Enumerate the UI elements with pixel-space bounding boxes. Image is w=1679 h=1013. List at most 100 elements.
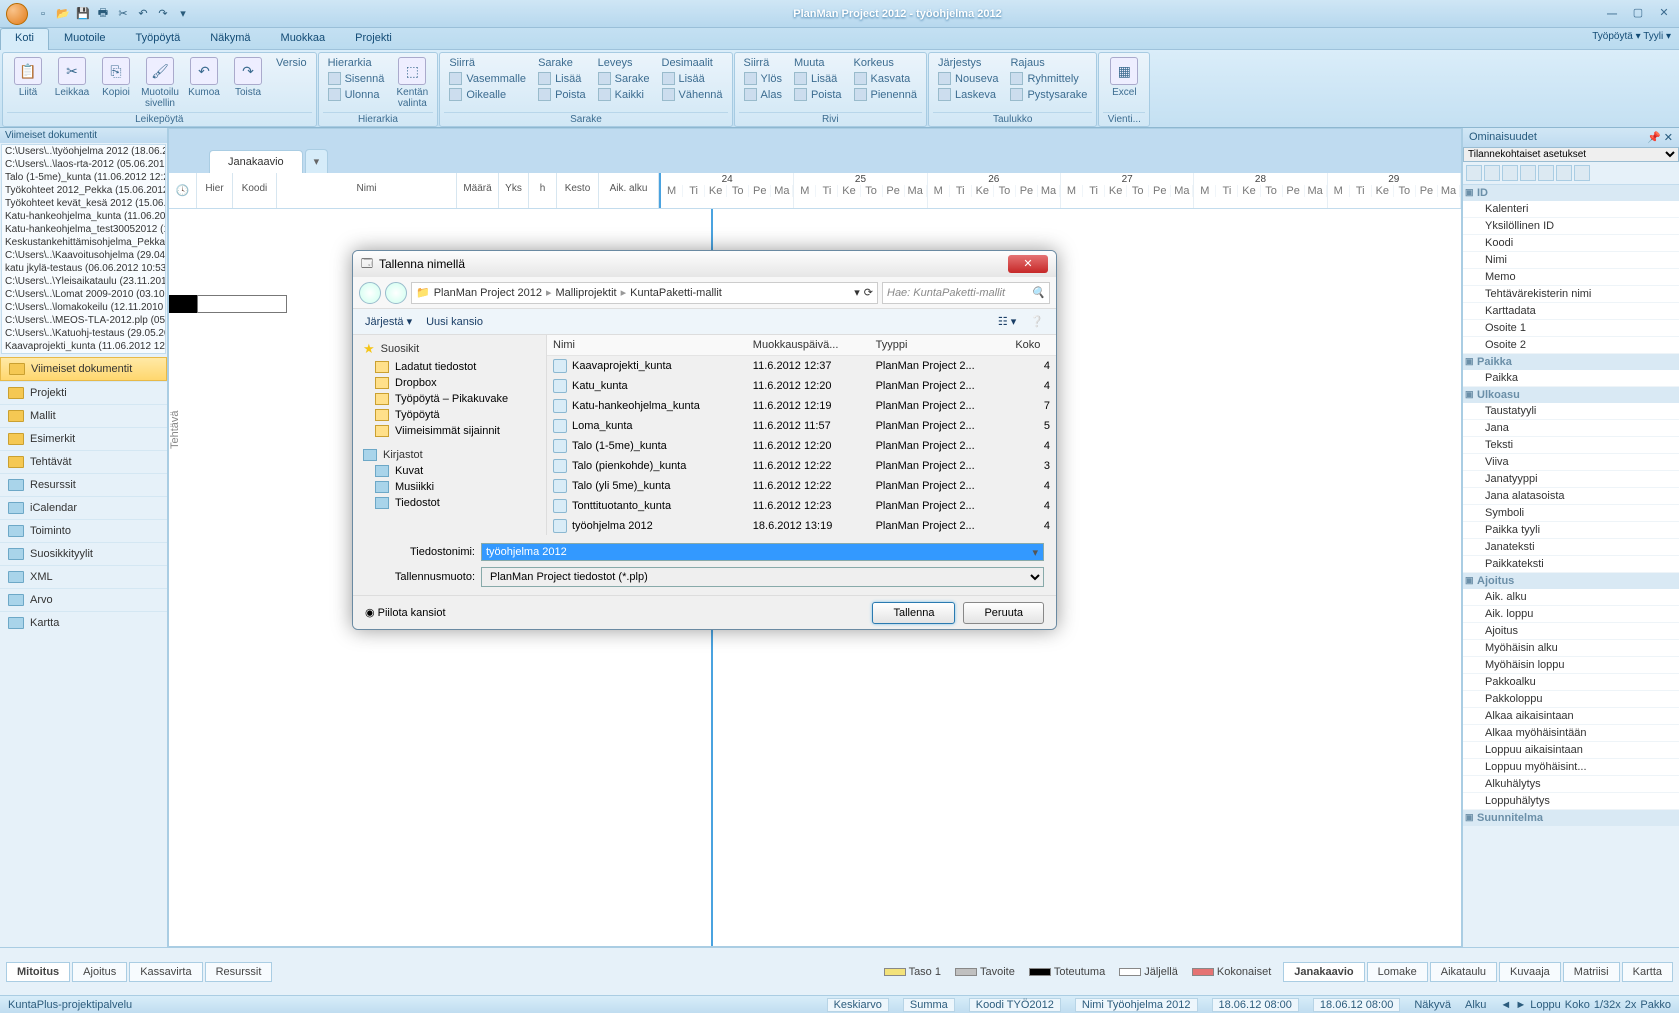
tab-muotoile[interactable]: Muotoile — [49, 28, 121, 49]
tree-item[interactable]: Työpöytä — [355, 407, 544, 423]
nav-item[interactable]: XML — [0, 565, 167, 588]
cancel-button[interactable]: Peruuta — [963, 602, 1044, 624]
qat-save-icon[interactable]: 💾 — [74, 5, 92, 23]
pt-icon-4[interactable] — [1520, 165, 1536, 181]
nav-item[interactable]: Kartta — [0, 611, 167, 634]
help-icon[interactable]: ❔ — [1030, 315, 1044, 328]
col-h[interactable]: h — [529, 173, 557, 208]
bottom-tab[interactable]: Janakaavio — [1283, 962, 1364, 982]
järjestä-button[interactable]: Järjestä ▾ — [365, 315, 412, 328]
recent-doc-item[interactable]: C:\Users\..\Kaavoitusohjelma (29.04.201 — [2, 249, 165, 262]
prop-item[interactable]: Alkuhälytys — [1463, 776, 1679, 793]
crumb-drop[interactable]: ▾ — [854, 286, 860, 299]
prop-item[interactable]: Yksilöllinen ID — [1463, 218, 1679, 235]
uusi-kansio-button[interactable]: Uusi kansio — [426, 316, 483, 328]
breadcrumb[interactable]: 📁 PlanMan Project 2012▸ Malliprojektit▸ … — [411, 282, 878, 304]
des-lisää-button[interactable]: Lisää — [658, 71, 727, 86]
vasemmalle-button[interactable]: Vasemmalle — [445, 71, 530, 86]
pt-icon-6[interactable] — [1556, 165, 1572, 181]
nav-item[interactable]: Suosikkityylit — [0, 542, 167, 565]
leveys-sarake-button[interactable]: Sarake — [594, 71, 654, 86]
prop-item[interactable]: Myöhäisin alku — [1463, 640, 1679, 657]
tab-janakaavio[interactable]: Janakaavio — [209, 150, 303, 173]
crumb-2[interactable]: KuntaPaketti-mallit — [630, 287, 722, 299]
prop-item[interactable]: Jana alatasoista — [1463, 488, 1679, 505]
recent-doc-item[interactable]: Kaavaprojekti_kunta (11.06.2012 12:37) — [2, 340, 165, 353]
pin-icon[interactable]: 📌 ✕ — [1647, 131, 1673, 144]
status-arrow-left[interactable]: ◄ — [1500, 999, 1511, 1011]
prop-item[interactable]: Paikkateksti — [1463, 556, 1679, 573]
file-row[interactable]: Talo (1-5me)_kunta11.6.2012 12:20PlanMan… — [547, 436, 1056, 456]
maximize-button[interactable]: ▢ — [1629, 6, 1647, 22]
prop-item[interactable]: Karttadata — [1463, 303, 1679, 320]
prop-group[interactable]: ID — [1463, 185, 1679, 201]
rivi-poista-button[interactable]: Poista — [790, 87, 846, 102]
tree-item[interactable]: Tiedostot — [355, 495, 544, 511]
col-yks[interactable]: Yks — [499, 173, 529, 208]
prop-item[interactable]: Loppuu aikaisintaan — [1463, 742, 1679, 759]
recent-doc-item[interactable]: katu jkylä-testaus (06.06.2012 10:53) — [2, 262, 165, 275]
file-row[interactable]: Kaavaprojekti_kunta11.6.2012 12:37PlanMa… — [547, 356, 1056, 377]
row-handle[interactable] — [169, 295, 197, 313]
bottom-tab[interactable]: Lomake — [1367, 962, 1428, 982]
col-aikalku[interactable]: Aik. alku — [599, 173, 659, 208]
recent-doc-item[interactable]: C:\Users\..\Katuohj-testaus (29.05.2012 — [2, 327, 165, 340]
col-tyyppi[interactable]: Tyyppi — [870, 335, 1010, 356]
qat-undo-icon[interactable]: ↶ — [134, 5, 152, 23]
kork-kasvata-button[interactable]: Kasvata — [850, 71, 922, 86]
prop-item[interactable]: Ajoitus — [1463, 623, 1679, 640]
prop-group[interactable]: Ajoitus — [1463, 573, 1679, 589]
prop-item[interactable]: Kalenteri — [1463, 201, 1679, 218]
tree-item[interactable]: Dropbox — [355, 375, 544, 391]
prop-item[interactable]: Viiva — [1463, 454, 1679, 471]
bottom-tab[interactable]: Kartta — [1622, 962, 1673, 982]
prop-item[interactable]: Symboli — [1463, 505, 1679, 522]
prop-item[interactable]: Myöhäisin loppu — [1463, 657, 1679, 674]
nav-item[interactable]: Arvo — [0, 588, 167, 611]
qat-new-icon[interactable]: ▫ — [34, 5, 52, 23]
kumoa-button[interactable]: ↶Kumoa — [183, 55, 225, 100]
tree-item[interactable]: Viimeisimmät sijainnit — [355, 423, 544, 439]
tree-libraries[interactable]: Kirjastot — [355, 447, 544, 463]
recent-doc-item[interactable]: Katu-hankeohjelma_kunta (11.06.2012 1 — [2, 210, 165, 223]
nav-item[interactable]: Toiminto — [0, 519, 167, 542]
tab-työpöytä[interactable]: Työpöytä — [121, 28, 196, 49]
qat-redo-icon[interactable]: ↷ — [154, 5, 172, 23]
recent-doc-item[interactable]: C:\Users\..\Lomat 2009-2010 (03.10.201 — [2, 288, 165, 301]
sisennä-button[interactable]: Sisennä — [324, 71, 389, 86]
prop-item[interactable]: Alkaa aikaisintaan — [1463, 708, 1679, 725]
ylös-button[interactable]: Ylös — [740, 71, 786, 86]
recent-doc-item[interactable]: Työkohteet kevät_kesä 2012 (15.06.2012 — [2, 197, 165, 210]
prop-item[interactable]: Janateksti — [1463, 539, 1679, 556]
filetype-select[interactable]: PlanMan Project tiedostot (*.plp) — [481, 567, 1044, 587]
ulonna-button[interactable]: Ulonna — [324, 87, 389, 102]
hide-folders-toggle[interactable]: ◉ Piilota kansiot — [365, 606, 446, 619]
properties-combo[interactable]: Tilannekohtaiset asetukset — [1463, 147, 1679, 162]
status-alku[interactable]: Alku — [1465, 999, 1486, 1011]
status-arrow-right[interactable]: ► — [1515, 999, 1526, 1011]
prop-group[interactable]: Ulkoasu — [1463, 387, 1679, 403]
filename-dropdown[interactable]: ▾ — [1032, 546, 1038, 559]
qat-open-icon[interactable]: 📂 — [54, 5, 72, 23]
leikkaa-button[interactable]: ✂Leikkaa — [51, 55, 93, 100]
nav-item[interactable]: Resurssit — [0, 473, 167, 496]
minimize-button[interactable]: 一 — [1603, 6, 1621, 22]
recent-doc-item[interactable]: Työkohteet 2012_Pekka (15.06.2012 14: — [2, 184, 165, 197]
refresh-icon[interactable]: ⟳ — [864, 286, 873, 299]
recent-doc-item[interactable]: C:\Users\..\työohjelma 2012 (18.06.2012 — [2, 145, 165, 158]
prop-item[interactable]: Janatyyppi — [1463, 471, 1679, 488]
nav-back-button[interactable] — [359, 282, 381, 304]
kentän-button[interactable]: ⬚Kentän valinta — [391, 55, 433, 111]
clock-icon[interactable]: 🕓 — [169, 173, 197, 208]
crumb-1[interactable]: Malliprojektit — [555, 287, 616, 299]
kork-pienennä-button[interactable]: Pienennä — [850, 87, 922, 102]
col-koodi[interactable]: Koodi — [233, 173, 277, 208]
prop-group[interactable]: Paikka — [1463, 354, 1679, 370]
file-row[interactable]: Katu_kunta11.6.2012 12:20PlanMan Project… — [547, 376, 1056, 396]
qat-print-icon[interactable]: 🖶 — [94, 5, 112, 23]
leveys-kaikki-button[interactable]: Kaikki — [594, 87, 654, 102]
prop-item[interactable]: Jana — [1463, 420, 1679, 437]
prop-item[interactable]: Paikka — [1463, 370, 1679, 387]
nav-item[interactable]: Esimerkit — [0, 427, 167, 450]
recent-doc-item[interactable]: C:\Users\..\MEOS-TLA-2012.plp (05.06.2 — [2, 314, 165, 327]
